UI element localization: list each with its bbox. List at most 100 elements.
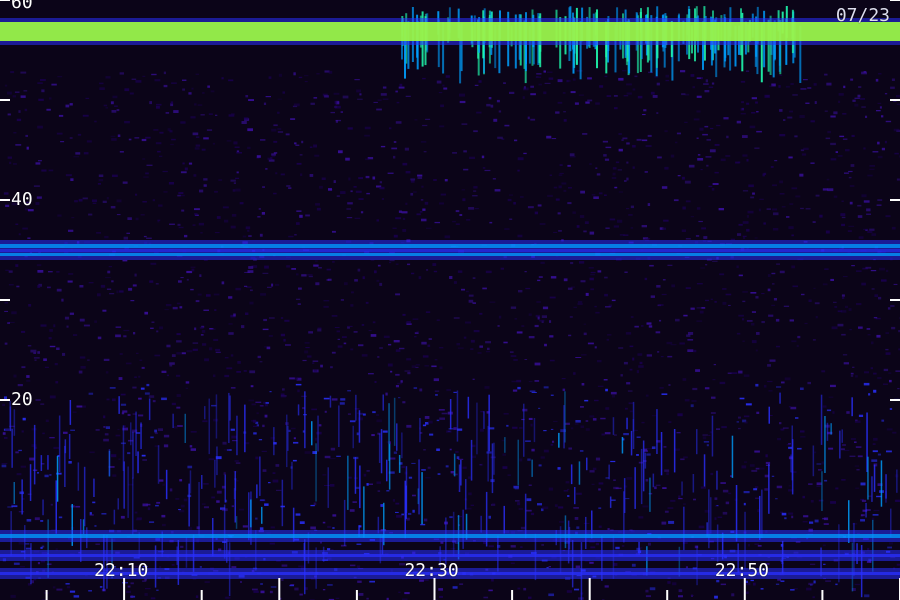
noise-speck	[194, 213, 198, 216]
noise-speck	[845, 305, 848, 308]
noise-speck	[580, 425, 585, 428]
noise-speck	[158, 204, 163, 207]
noise-speck	[849, 201, 853, 205]
noise-speck	[661, 521, 667, 525]
noise-speck	[665, 74, 669, 78]
noise-speck	[317, 328, 322, 332]
noise-speck	[161, 514, 166, 518]
noise-speck	[771, 475, 775, 477]
noise-speck	[474, 84, 479, 86]
noise-speck	[675, 141, 678, 144]
noise-speck	[710, 127, 714, 130]
noise-speck	[491, 502, 496, 506]
noise-speck	[830, 142, 836, 146]
noise-speck	[745, 70, 750, 72]
noise-speck	[404, 147, 409, 151]
noise-speck	[249, 370, 256, 374]
noise-speck	[711, 188, 715, 191]
noise-speck	[46, 108, 51, 111]
noise-speck	[574, 517, 579, 520]
noise-speck	[63, 431, 68, 434]
noise-speck	[79, 356, 86, 359]
noise-speck	[746, 320, 753, 322]
noise-speck	[421, 218, 427, 222]
noise-speck	[875, 78, 879, 82]
noise-speck	[780, 511, 783, 513]
noise-speck	[122, 181, 128, 184]
noise-speck	[264, 265, 269, 269]
noise-speck	[856, 469, 860, 471]
noise-speck	[366, 470, 370, 472]
noise-speck	[742, 235, 747, 237]
noise-speck	[835, 487, 839, 490]
noise-speck	[676, 132, 681, 135]
noise-speck	[676, 432, 681, 434]
noise-speck	[618, 191, 623, 193]
noise-speck	[771, 272, 776, 275]
noise-speck	[368, 483, 373, 485]
noise-speck	[333, 92, 340, 95]
noise-speck	[692, 86, 695, 89]
signal-streak	[779, 392, 781, 404]
signal-streak	[570, 464, 573, 485]
noise-speck	[405, 95, 411, 97]
noise-speck	[17, 384, 23, 387]
noise-speck	[818, 499, 824, 502]
noise-speck	[488, 589, 493, 592]
noise-speck	[202, 420, 208, 423]
noise-speck	[37, 285, 41, 288]
noise-speck	[881, 279, 887, 282]
noise-speck	[103, 104, 108, 107]
noise-speck	[681, 176, 685, 180]
signal-streak	[42, 499, 44, 516]
noise-speck	[846, 411, 850, 414]
noise-speck	[188, 92, 192, 95]
noise-speck	[33, 357, 40, 359]
noise-speck	[273, 192, 277, 195]
noise-speck	[861, 71, 867, 75]
noise-speck	[440, 193, 446, 196]
noise-speck	[716, 124, 721, 127]
noise-speck	[583, 230, 587, 233]
noise-speck	[22, 227, 28, 230]
noise-speck	[626, 382, 631, 385]
noise-speck	[154, 429, 157, 433]
noise-speck	[281, 564, 288, 567]
noise-speck	[754, 237, 758, 239]
noise-speck	[99, 82, 104, 85]
noise-speck	[806, 587, 812, 591]
noise-speck	[754, 543, 760, 545]
noise-speck	[159, 326, 163, 330]
noise-speck	[726, 135, 729, 139]
noise-speck	[552, 440, 555, 443]
noise-speck	[714, 301, 717, 303]
signal-streak	[673, 429, 676, 473]
noise-speck	[435, 394, 438, 396]
noise-speck	[711, 82, 715, 85]
noise-speck	[395, 373, 400, 376]
noise-speck	[510, 355, 517, 357]
noise-speck	[746, 159, 749, 162]
noise-speck	[439, 366, 443, 370]
noise-speck	[230, 387, 236, 389]
noise-speck	[66, 325, 69, 328]
noise-speck	[551, 138, 557, 140]
signal-streak	[476, 402, 478, 455]
noise-speck	[159, 155, 163, 157]
noise-speck	[537, 503, 542, 506]
noise-speck	[848, 308, 852, 311]
noise-speck	[896, 178, 900, 181]
noise-speck	[192, 224, 196, 226]
noise-speck	[181, 352, 186, 355]
noise-speck	[433, 270, 438, 273]
noise-speck	[693, 349, 697, 353]
noise-speck	[349, 420, 356, 423]
noise-speck	[188, 162, 193, 165]
noise-speck	[570, 427, 574, 430]
noise-speck	[601, 433, 605, 436]
noise-speck	[256, 412, 259, 415]
noise-speck	[831, 326, 838, 330]
noise-speck	[503, 82, 506, 84]
noise-speck	[424, 518, 428, 522]
noise-speck	[473, 130, 478, 133]
